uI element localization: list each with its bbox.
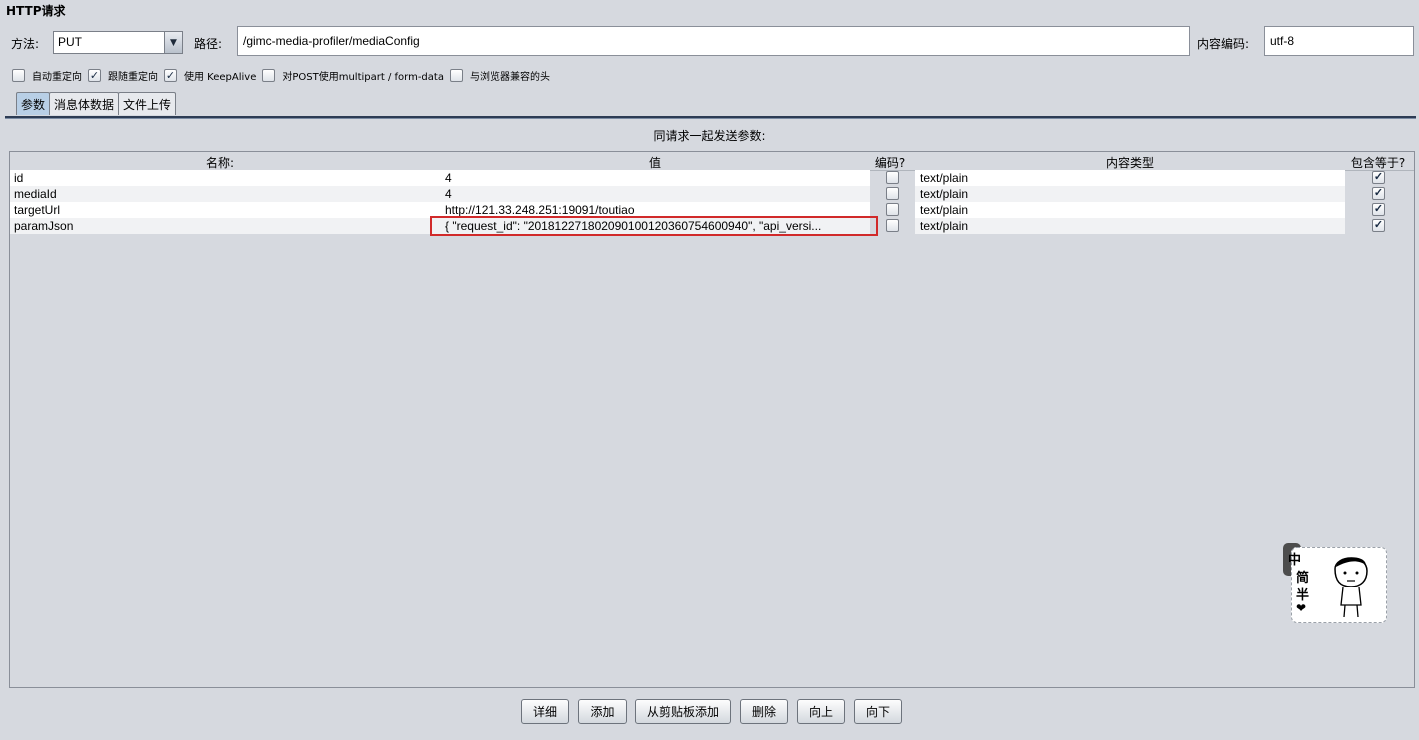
sticker-char: 中 — [1288, 553, 1302, 568]
include-equals-checkbox[interactable]: ✓ — [1372, 219, 1385, 232]
add-from-clipboard-button[interactable]: 从剪贴板添加 — [635, 699, 731, 724]
cell-content-type: text/plain — [920, 203, 969, 217]
button-bar: 详细 添加 从剪贴板添加 删除 向上 向下 — [0, 699, 1419, 724]
option-keepalive[interactable]: ✓ 使用 KeepAlive — [164, 68, 256, 83]
cell-name: paramJson — [14, 219, 74, 233]
path-input[interactable]: /gimc-media-profiler/mediaConfig — [237, 26, 1190, 56]
tab-file-upload[interactable]: 文件上传 — [118, 92, 177, 115]
move-up-button[interactable]: 向上 — [797, 699, 845, 724]
encode-checkbox[interactable] — [886, 203, 899, 216]
cell-name: mediaId — [14, 187, 57, 201]
col-header-name[interactable]: 名称: — [10, 154, 430, 171]
cell-content-type: text/plain — [920, 171, 969, 185]
include-equals-checkbox[interactable]: ✓ — [1372, 187, 1385, 200]
params-caption: 同请求一起发送参数: — [653, 129, 766, 143]
path-label: 路径: — [194, 37, 223, 51]
cartoon-figure-icon — [1334, 557, 1368, 618]
tab-bar: 参数 消息体数据 文件上传 — [16, 92, 177, 116]
cell-name: targetUrl — [14, 203, 61, 217]
delete-button[interactable]: 删除 — [740, 699, 788, 724]
cell-content-type: text/plain — [920, 219, 969, 233]
checkbox[interactable] — [449, 68, 463, 82]
checkbox[interactable] — [12, 68, 25, 82]
include-equals-checkbox[interactable]: ✓ — [1372, 171, 1385, 184]
cell-value: 4 — [445, 187, 452, 201]
annotation-highlight-box — [430, 216, 878, 236]
encoding-input[interactable]: utf-8 — [1264, 26, 1414, 56]
details-button[interactable]: 详细 — [521, 699, 569, 724]
col-header-value[interactable]: 值 — [435, 154, 875, 171]
option-browser-headers[interactable]: 与浏览器兼容的头 — [449, 68, 550, 83]
table-row[interactable]: mediaId 4 text/plain ✓ — [10, 186, 1414, 202]
options-row: 自动重定向 ✓ 跟随重定向 ✓ 使用 KeepAlive 对POST使用multip… — [12, 67, 556, 83]
col-header-encode[interactable]: 编码? — [870, 154, 910, 171]
method-value: PUT — [58, 35, 82, 49]
table-row[interactable]: id 4 text/plain ✓ — [10, 170, 1414, 186]
method-select[interactable]: PUT ▼ — [53, 31, 183, 54]
option-follow-redirect[interactable]: ✓ 跟随重定向 — [88, 68, 158, 83]
col-header-content-type[interactable]: 内容类型 — [915, 154, 1345, 171]
tab-divider — [5, 116, 1416, 119]
col-header-include-equals[interactable]: 包含等于? — [1345, 154, 1411, 171]
encode-checkbox[interactable] — [886, 171, 899, 184]
table-header: 名称: 值 编码? 内容类型 包含等于? — [10, 152, 1414, 171]
checkbox-checked[interactable]: ✓ — [88, 68, 101, 82]
chevron-down-icon[interactable]: ▼ — [164, 32, 182, 53]
option-auto-redirect[interactable]: 自动重定向 — [12, 68, 82, 83]
tab-parameters[interactable]: 参数 — [16, 92, 51, 115]
option-multipart[interactable]: 对POST使用multipart / form-data — [262, 68, 444, 83]
cell-content-type: text/plain — [920, 187, 969, 201]
move-down-button[interactable]: 向下 — [854, 699, 902, 724]
section-title: HTTP请求 — [6, 4, 66, 18]
include-equals-checkbox[interactable]: ✓ — [1372, 203, 1385, 216]
tab-body-data[interactable]: 消息体数据 — [49, 92, 120, 115]
cell-value: 4 — [445, 171, 452, 185]
encode-checkbox[interactable] — [886, 219, 899, 232]
checkbox-checked[interactable]: ✓ — [164, 68, 177, 82]
add-button[interactable]: 添加 — [578, 699, 627, 724]
heart-icon: ❤ — [1296, 601, 1307, 615]
cell-name: id — [14, 171, 24, 185]
ime-sticker[interactable]: 中 简 半 ❤ — [1283, 541, 1387, 623]
method-label: 方法: — [11, 37, 40, 51]
encode-checkbox[interactable] — [886, 187, 899, 200]
encoding-label: 内容编码: — [1197, 37, 1250, 51]
checkbox[interactable] — [262, 68, 276, 82]
